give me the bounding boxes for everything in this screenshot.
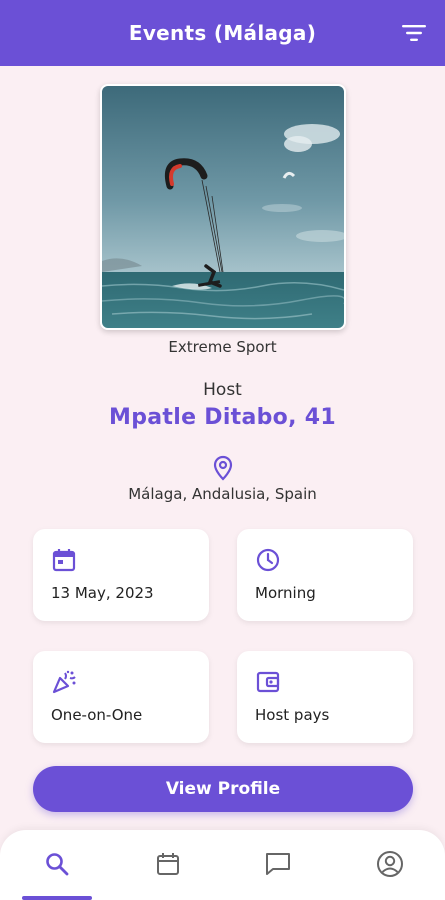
app-bar: Events (Málaga)	[0, 0, 445, 66]
date-card: 13 May, 2023	[33, 529, 209, 621]
event-location: Málaga, Andalusia, Spain	[128, 485, 317, 503]
filter-icon	[402, 25, 426, 41]
page-title: Events (Málaga)	[128, 21, 317, 45]
chat-icon	[266, 853, 290, 875]
event-photo	[100, 84, 346, 330]
party-popper-icon	[52, 670, 76, 694]
view-profile-button[interactable]: View Profile	[33, 766, 413, 812]
payment-text: Host pays	[255, 706, 330, 724]
clock-icon	[256, 548, 280, 572]
date-text: 13 May, 2023	[51, 584, 154, 602]
time-card: Morning	[237, 529, 413, 621]
host-name[interactable]: Mpatle Ditabo, 41	[0, 405, 445, 430]
payment-card: Host pays	[237, 651, 413, 743]
nav-search[interactable]	[41, 848, 73, 880]
kitesurfing-photo	[102, 86, 344, 328]
active-tab-indicator	[22, 896, 92, 900]
search-icon	[46, 853, 69, 876]
nav-calendar[interactable]	[152, 848, 184, 880]
location-pin-icon	[213, 455, 233, 481]
bottom-navigation	[0, 830, 445, 900]
host-label: Host	[203, 380, 242, 400]
nav-profile[interactable]	[374, 848, 406, 880]
calendar-icon	[157, 853, 179, 875]
event-category: Extreme Sport	[168, 338, 277, 356]
filter-button[interactable]	[401, 21, 427, 45]
event-type-card: One-on-One	[33, 651, 209, 743]
wallet-icon	[256, 671, 280, 693]
event-type-text: One-on-One	[51, 706, 143, 724]
nav-chat[interactable]	[262, 848, 294, 880]
time-text: Morning	[255, 584, 316, 602]
profile-icon	[377, 851, 403, 877]
view-profile-label: View Profile	[165, 779, 281, 799]
calendar-icon	[52, 549, 76, 572]
